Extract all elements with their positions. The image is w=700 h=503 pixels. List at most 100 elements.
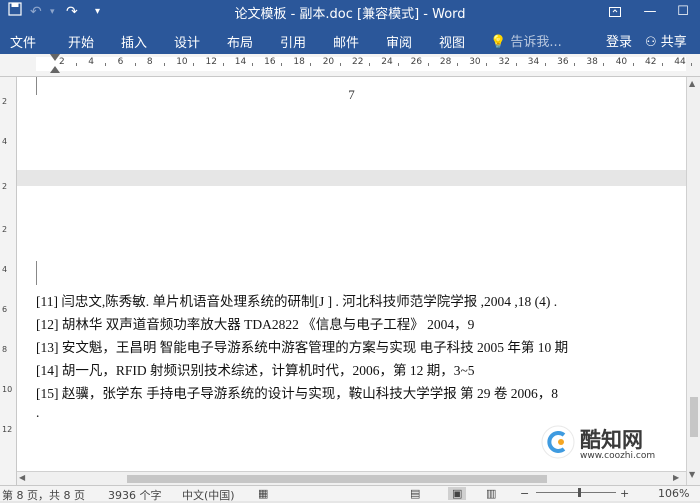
zoom-out-button[interactable]: − — [520, 487, 529, 500]
ruler-tick — [691, 63, 693, 66]
reference-14: [14] 胡一凡，RFID 射频识别技术综述，计算机时代，2006，第 12 期… — [36, 363, 475, 378]
ruler-tick — [544, 63, 546, 66]
horizontal-ruler[interactable]: 2 4 6 8 10 12 14 16 18 20 22 24 26 28 30 32 34 36 38 40 42 44 — [0, 54, 700, 77]
page-number: 7 — [348, 87, 355, 102]
ruler-label: 42 — [645, 57, 657, 67]
ruler-tick — [632, 63, 634, 66]
ruler-label: 26 — [410, 57, 423, 67]
ruler-tick — [134, 63, 136, 66]
ruler-label: 30 — [469, 57, 481, 67]
reference-13: [13] 安文魁，王昌明 智能电子导游系统中游客管理的方案与实现 电子科技 20… — [36, 340, 569, 355]
horizontal-scrollbar-thumb[interactable] — [127, 475, 547, 483]
ruler-tick — [662, 63, 663, 66]
ruler-tick — [486, 63, 488, 66]
window-title: 论文模板 - 副本.doc [兼容模式] - Word — [234, 7, 466, 22]
ruler-tick — [603, 63, 605, 66]
vertical-ruler-label: 2 — [2, 97, 8, 106]
ribbon-display-options-icon[interactable] — [600, 0, 630, 24]
ruler-label: 16 — [264, 57, 276, 67]
crop-mark — [36, 261, 37, 285]
tab-mailings[interactable]: 邮件 — [333, 32, 359, 51]
hanging-indent-marker[interactable] — [50, 66, 60, 73]
lightbulb-icon: 💡 — [490, 35, 507, 50]
scroll-up-icon[interactable]: ▲ — [689, 79, 695, 88]
ruler-label: 34 — [527, 57, 540, 67]
vertical-ruler[interactable]: 2 4 2 2 4 6 8 10 12 — [0, 77, 17, 485]
vertical-ruler-label: 10 — [2, 385, 13, 394]
share-label: 共享 — [660, 35, 687, 50]
sign-in-button[interactable]: 登录 — [606, 31, 632, 50]
ruler-tick — [76, 63, 77, 66]
person-icon: ⚇ — [645, 35, 657, 50]
scroll-down-icon[interactable]: ▼ — [689, 470, 695, 479]
tab-view[interactable]: 视图 — [439, 32, 465, 51]
ruler-tick — [222, 63, 224, 66]
ruler-tick — [515, 63, 517, 66]
scroll-left-icon[interactable]: ◀ — [19, 473, 25, 482]
minimize-button[interactable]: — — [635, 0, 665, 24]
coozhi-watermark: 酷知网 www.coozhi.com — [540, 418, 690, 468]
page-count-status[interactable]: 第 8 页，共 8 页 — [2, 487, 85, 503]
reference-11: [11] 闫忠文,陈秀敏. 单片机语音处理系统的研制[J ] . 河北科技师范学… — [36, 294, 558, 309]
tell-me-search[interactable]: 💡 告诉我... — [490, 31, 562, 50]
vertical-ruler-label: 2 — [2, 225, 8, 234]
title-bar: ↶ ▾ ↷ ▾ 论文模板 - 副本.doc [兼容模式] - Word — ☐ — [0, 0, 700, 24]
zoom-slider-thumb[interactable] — [578, 488, 581, 497]
print-layout-icon[interactable]: ▣ — [448, 487, 467, 500]
ruler-tick — [281, 63, 283, 66]
ruler-label: 14 — [234, 57, 247, 67]
ruler-label: 40 — [615, 57, 628, 67]
ruler-tick — [369, 63, 370, 66]
tab-layout[interactable]: 布局 — [227, 32, 253, 51]
scroll-right-icon[interactable]: ▶ — [673, 473, 679, 482]
zoom-in-button[interactable]: + — [620, 487, 629, 500]
ruler-label: 4 — [88, 57, 95, 67]
zoom-level[interactable]: 106% — [658, 487, 689, 500]
ruler-tick — [339, 63, 341, 66]
tab-home[interactable]: 开始 — [68, 32, 94, 51]
paragraph-mark: . — [36, 405, 40, 420]
ruler-tick — [574, 63, 576, 66]
share-button[interactable]: ⚇ 共享 — [645, 31, 687, 50]
ruler-tick — [105, 63, 107, 66]
maximize-button[interactable]: ☐ — [668, 0, 698, 24]
horizontal-scrollbar[interactable]: ◀ ▶ — [17, 471, 686, 486]
ruler-label: 6 — [117, 57, 124, 67]
zoom-slider[interactable] — [536, 492, 616, 493]
vertical-ruler-label: 4 — [2, 265, 8, 274]
language-status[interactable]: 中文(中国) — [182, 487, 235, 503]
read-mode-icon[interactable]: ▤ — [410, 487, 420, 500]
tab-file[interactable]: 文件 — [10, 32, 36, 51]
vertical-ruler-label: 6 — [2, 305, 8, 314]
tab-insert[interactable]: 插入 — [121, 32, 147, 51]
scrollbar-thumb[interactable] — [690, 397, 698, 437]
tab-review[interactable]: 审阅 — [386, 32, 412, 51]
ruler-label: 44 — [674, 57, 686, 67]
ruler-tick — [398, 63, 400, 66]
coozhi-logo-icon — [541, 425, 575, 459]
vertical-ruler-label: 2 — [2, 182, 8, 191]
ruler-tick — [456, 63, 458, 66]
tell-me-label: 告诉我... — [510, 35, 562, 50]
ruler-label: 8 — [146, 57, 153, 67]
watermark-url: www.coozhi.com — [580, 451, 656, 461]
ruler-label: 28 — [439, 57, 452, 67]
ruler-label: 32 — [498, 57, 510, 67]
status-bar: 第 8 页，共 8 页 3936 个字 中文(中国) ▦ ▤ ▣ ▥ − + 1… — [0, 485, 700, 503]
web-layout-icon[interactable]: ▥ — [486, 487, 496, 500]
watermark-brand: 酷知网 — [580, 428, 643, 452]
ruler-label: 36 — [557, 57, 569, 67]
ruler-label: 24 — [381, 57, 393, 67]
ruler-label: 18 — [293, 57, 305, 67]
tab-references[interactable]: 引用 — [280, 32, 306, 51]
tab-design[interactable]: 设计 — [174, 32, 200, 51]
vertical-ruler-label: 12 — [2, 425, 13, 434]
ruler-tick — [310, 63, 312, 66]
ruler-label: 2 — [59, 57, 65, 67]
vertical-ruler-label: 4 — [2, 137, 8, 146]
ruler-label: 10 — [176, 57, 188, 67]
ruler-label: 20 — [322, 57, 335, 67]
macro-record-icon[interactable]: ▦ — [258, 487, 268, 500]
word-count-status[interactable]: 3936 个字 — [108, 487, 162, 503]
ruler-label: 22 — [352, 57, 364, 67]
